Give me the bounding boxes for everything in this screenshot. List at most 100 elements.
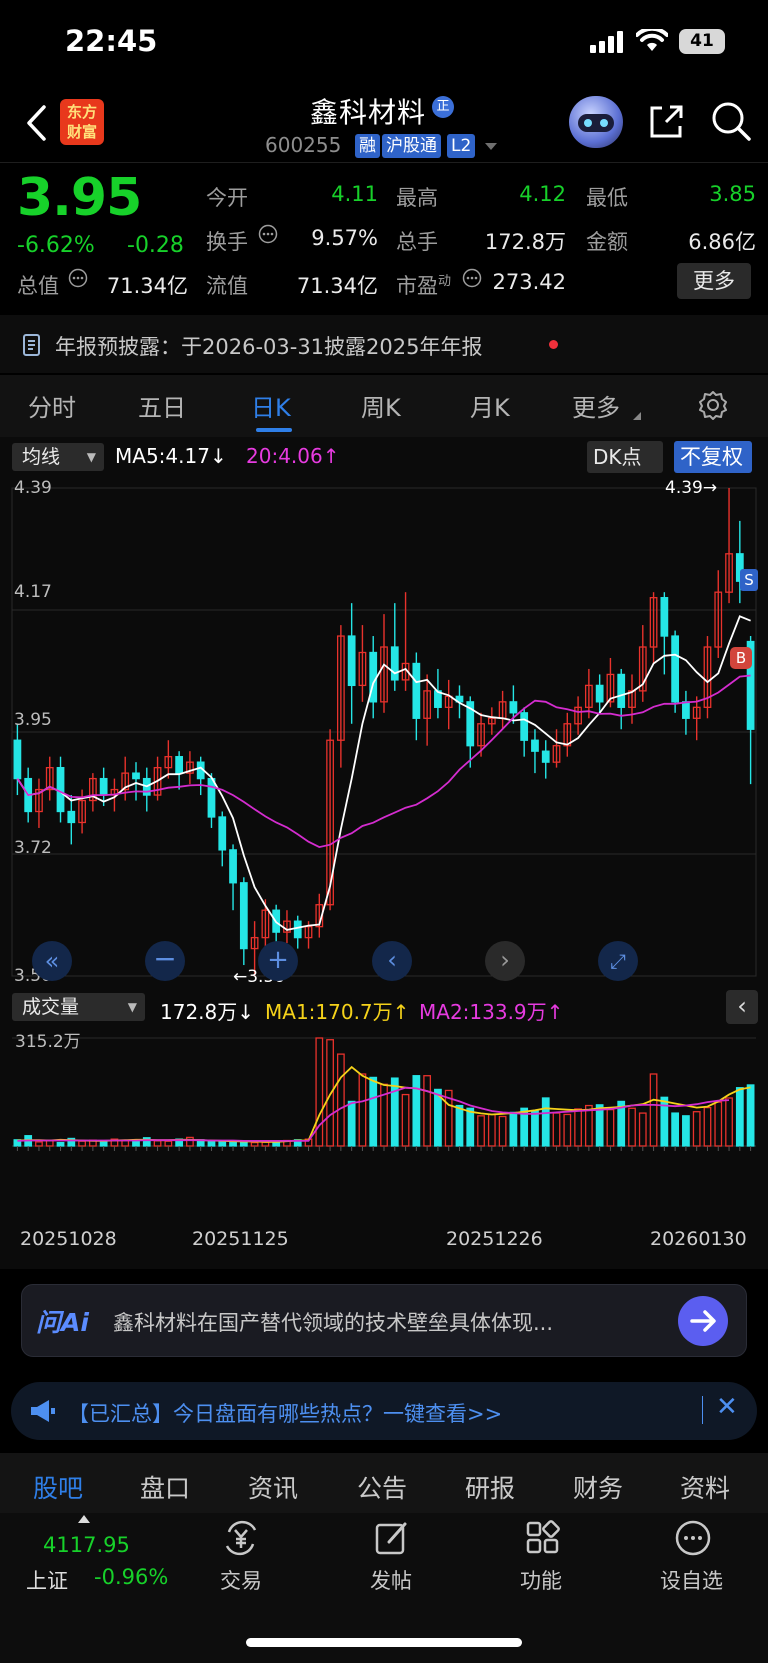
tab-news[interactable]: 资讯 [248, 1469, 298, 1505]
active-tab-indicator [256, 428, 292, 432]
label-market-cap: 总值 [17, 274, 59, 298]
scroll-left-icon[interactable]: ‹ [372, 941, 412, 981]
y-label-1: 4.17 [14, 582, 52, 602]
tab-more[interactable]: 更多 [572, 388, 620, 423]
volume-bar [99, 1141, 108, 1147]
candle-body [617, 673, 626, 708]
volume-bar [336, 1053, 345, 1147]
volume-bar [347, 1100, 356, 1147]
sell-point-badge[interactable]: S [740, 569, 758, 591]
logo-text-top: 东方 [66, 103, 97, 121]
tab-intraday[interactable]: 分时 [28, 388, 76, 423]
price-adjust-button[interactable]: 不复权 [674, 441, 752, 473]
tab-daily-k[interactable]: 日K [251, 388, 291, 423]
tab-research[interactable]: 研报 [465, 1469, 515, 1505]
volume-bar [207, 1140, 216, 1147]
notice-text: 年报预披露：于2026-03-31披露2025年年报 [55, 335, 483, 359]
y-label-2: 3.95 [14, 710, 52, 730]
dk-point-button[interactable]: DK点 [587, 441, 663, 473]
candle-body [390, 646, 399, 681]
settings-gear-icon[interactable] [698, 390, 728, 420]
dock-post-label[interactable]: 发帖 [370, 1565, 412, 1595]
dropdown-triangle-icon[interactable] [484, 142, 498, 152]
volume-ma1-arrow: ↑ [392, 1000, 410, 1024]
close-icon[interactable]: ✕ [716, 1392, 738, 1422]
more-dots-circle-icon[interactable] [673, 1518, 713, 1558]
volume-bar [725, 1097, 733, 1147]
volume-bar [218, 1141, 227, 1147]
volume-value: 172.8万↓ [160, 996, 254, 1025]
tab-weekly-k[interactable]: 周K [361, 388, 401, 423]
ma-selector[interactable]: 均线 ▼ [12, 443, 104, 471]
banner-divider [702, 1396, 703, 1424]
volume-bar [78, 1140, 86, 1147]
scroll-to-start-icon[interactable]: « [32, 941, 72, 981]
volume-selector[interactable]: 成交量 ▼ [12, 993, 145, 1021]
wifi-icon [636, 29, 668, 51]
volume-chart[interactable] [0, 1026, 768, 1226]
logo-text-bottom: 财富 [66, 123, 97, 141]
verified-badge: 正 [432, 96, 454, 118]
tab-monthly-k[interactable]: 月K [470, 388, 510, 423]
candlestick-chart[interactable] [0, 478, 768, 990]
collapse-panel-icon[interactable]: ‹ [726, 990, 758, 1024]
candle-body [682, 701, 690, 719]
tab-profile[interactable]: 资料 [680, 1469, 730, 1505]
trade-yen-icon[interactable] [221, 1518, 261, 1558]
tag-connect: 沪股通 [382, 134, 441, 158]
volume-bar [541, 1097, 550, 1147]
ma5-arrow: ↓ [209, 444, 227, 468]
tab-announcements[interactable]: 公告 [357, 1469, 407, 1505]
candle-body [412, 662, 421, 719]
scroll-right-icon[interactable]: › [485, 941, 525, 981]
volume-ma2-arrow: ↑ [546, 1000, 564, 1024]
search-icon[interactable] [710, 100, 752, 142]
candle-body [239, 882, 248, 950]
compose-post-icon[interactable] [372, 1518, 412, 1558]
candle-body [671, 635, 680, 703]
label-high: 最高 [396, 186, 438, 210]
dock-watchlist-label[interactable]: 设自选 [660, 1565, 723, 1595]
more-quote-button[interactable]: 更多 [677, 263, 751, 299]
volume-ma2-text: MA2:133.9万 [419, 1000, 547, 1024]
volume-bar [703, 1106, 712, 1147]
hot-topics-banner[interactable]: 【已汇总】今日盘面有哪些热点？一键查看>> ✕ [11, 1382, 757, 1440]
ma5-text: MA5:4.17 [115, 444, 210, 468]
cellular-signal-icon [590, 31, 623, 53]
tab-forum[interactable]: 股吧 [33, 1469, 83, 1505]
volume-bar [584, 1104, 593, 1147]
candle-body [132, 772, 140, 780]
dock-functions-label[interactable]: 功能 [520, 1565, 562, 1595]
tab-financials[interactable]: 财务 [573, 1469, 623, 1505]
index-value[interactable]: 4117.95 [43, 1533, 130, 1557]
zoom-in-icon[interactable]: + [258, 941, 298, 981]
tab-order-book[interactable]: 盘口 [140, 1469, 190, 1505]
date-label-3: 20260130 [650, 1228, 747, 1250]
expand-up-triangle-icon[interactable] [78, 1515, 90, 1523]
candle-body [509, 701, 518, 714]
volume-bar [692, 1111, 701, 1147]
volume-bar [595, 1104, 604, 1147]
volume-max-label: 315.2万 [15, 1032, 81, 1052]
zoom-out-icon[interactable]: − [145, 941, 185, 981]
robot-assistant-icon[interactable] [569, 96, 623, 148]
functions-grid-icon[interactable] [523, 1518, 563, 1558]
stock-name: 鑫科材料 [310, 96, 427, 129]
buy-point-badge[interactable]: B [730, 647, 752, 669]
tab-five-day[interactable]: 五日 [138, 388, 186, 423]
volume-bar [574, 1108, 582, 1147]
dock-trade-label[interactable]: 交易 [220, 1565, 262, 1595]
annual-report-notice[interactable]: 年报预披露：于2026-03-31披露2025年年报 [0, 315, 768, 373]
fullscreen-icon[interactable]: ⤢ [598, 941, 638, 981]
candle-body [293, 920, 302, 939]
ai-submit-button[interactable] [678, 1296, 728, 1346]
share-icon[interactable] [646, 102, 686, 142]
ai-logo: 问Ai [36, 1308, 89, 1337]
volume-bar [369, 1076, 378, 1147]
volume-bar [649, 1073, 658, 1147]
document-icon [23, 334, 40, 356]
volume-bar [35, 1141, 43, 1147]
back-icon[interactable] [24, 104, 48, 142]
ai-question-bar[interactable]: 问Ai 鑫科材料在国产替代领域的技术壁垒具体体现... [21, 1284, 747, 1357]
pe-label-text: 市盈 [396, 274, 438, 298]
